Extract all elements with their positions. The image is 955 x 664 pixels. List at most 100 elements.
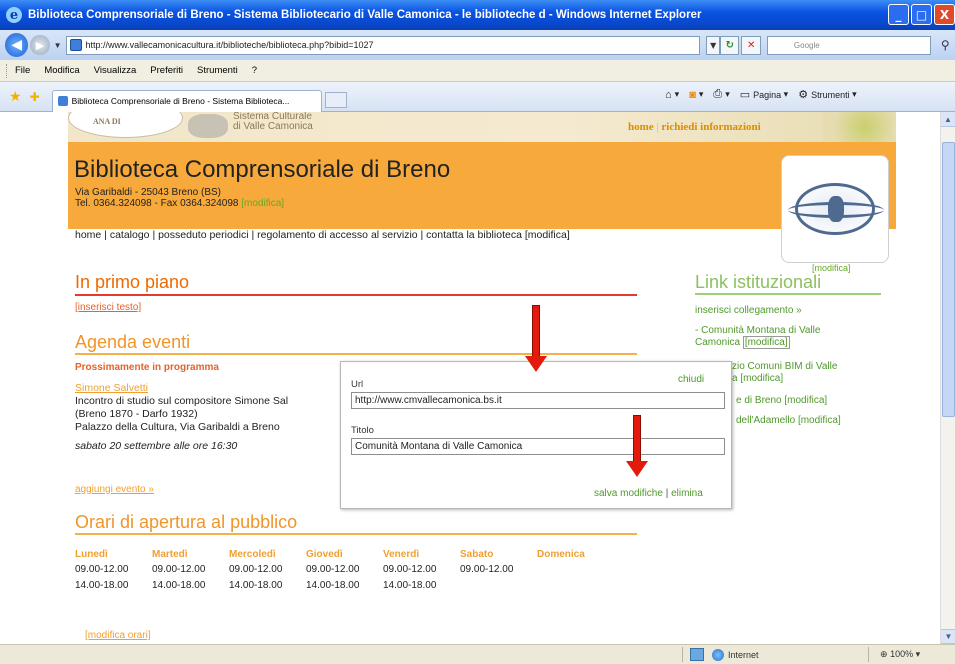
- menu-visualizza[interactable]: Visualizza: [94, 65, 137, 76]
- hours-cell: [537, 561, 614, 577]
- library-street: Via Garibaldi - 25043 Breno (BS): [75, 187, 222, 198]
- print-icon: ⎙: [713, 88, 723, 100]
- richiedi-informazioni-link[interactable]: richiedi informazioni: [661, 121, 760, 133]
- section-divider: [75, 533, 637, 535]
- zoom-level[interactable]: ⊕ 100% ▾: [880, 649, 920, 660]
- favorites-star-icon[interactable]: ★: [9, 88, 22, 105]
- annotation-arrow-icon: [626, 415, 648, 477]
- popup-actions: salva modifiche | elimina: [594, 488, 703, 499]
- table-header-row: Lunedì Martedì Mercoledì Giovedì Venerdì…: [75, 547, 614, 561]
- hours-cell: 09.00-12.00: [152, 563, 206, 575]
- aggiungi-evento-link[interactable]: aggiungi evento »: [75, 484, 154, 495]
- sistema-culturale-logo[interactable]: Sistema Culturale di Valle Camonica: [233, 112, 313, 132]
- event-title-link[interactable]: Simone Salvetti: [75, 382, 345, 395]
- tools-menu-label: Strumenti: [811, 89, 850, 100]
- hours-cell: 09.00-12.00: [229, 563, 283, 575]
- history-dropdown-icon[interactable]: ▼: [54, 41, 62, 50]
- library-address: Via Garibaldi - 25043 Breno (BS) Tel. 03…: [75, 187, 284, 209]
- scroll-thumb[interactable]: [942, 142, 955, 417]
- chiudi-link[interactable]: chiudi: [678, 374, 704, 385]
- modifica-orari-link[interactable]: [modifica orari]: [85, 630, 151, 641]
- section-divider: [75, 353, 637, 355]
- agenda-eventi-title: Agenda eventi: [75, 332, 191, 352]
- status-divider: [868, 647, 869, 662]
- security-zone[interactable]: Internet: [712, 649, 759, 661]
- section-divider: [75, 294, 637, 296]
- link-item-label[interactable]: zio Comuni BIM di Valle: [732, 361, 837, 373]
- hours-cell: [537, 577, 614, 593]
- protected-mode-icon[interactable]: [690, 648, 704, 661]
- forward-button[interactable]: ▶: [30, 35, 50, 55]
- library-nav[interactable]: home | catalogo | posseduto periodici | …: [75, 229, 570, 241]
- back-button[interactable]: ◀: [5, 33, 29, 57]
- event-date: sabato 20 settembre alle ore 16:30: [75, 440, 238, 452]
- menu-preferiti[interactable]: Preferiti: [150, 65, 183, 76]
- page-menu-icon: ▭: [739, 89, 751, 101]
- address-dropdown-button[interactable]: ▼: [706, 35, 721, 55]
- scroll-down-icon[interactable]: ▼: [941, 629, 955, 644]
- tab-favicon-icon: [57, 96, 68, 106]
- hours-cell: 14.00-18.00: [75, 579, 129, 591]
- zoom-icon: ⊕: [880, 649, 888, 659]
- inserisci-collegamento-link[interactable]: inserisci collegamento »: [695, 305, 802, 317]
- search-icon[interactable]: ⚲: [936, 36, 955, 55]
- new-tab-button[interactable]: [324, 91, 347, 108]
- print-command[interactable]: ⎙ ▾: [713, 88, 729, 101]
- menu-modifica[interactable]: Modifica: [44, 65, 79, 76]
- maximize-button[interactable]: □: [911, 4, 932, 25]
- link-modifica-button[interactable]: [modifica]: [742, 336, 790, 349]
- day-header: Sabato: [460, 548, 494, 560]
- link-modifica-button[interactable]: [modifica]: [784, 395, 827, 406]
- scroll-up-icon[interactable]: ▲: [941, 112, 955, 127]
- salva-modifiche-link[interactable]: salva modifiche: [594, 488, 663, 499]
- hours-cell: [460, 577, 537, 593]
- menu-strumenti[interactable]: Strumenti: [197, 65, 238, 76]
- library-header: Biblioteca Comprensoriale di Breno Via G…: [68, 142, 896, 263]
- site-banner: ANA DI Sistema Culturale di Valle Camoni…: [68, 112, 896, 142]
- day-header: Venerdì: [383, 548, 420, 560]
- section-divider: [695, 293, 881, 295]
- day-header: Lunedì: [75, 548, 108, 560]
- link-item-adamello: dell'Adamello [modifica]: [736, 415, 841, 427]
- vertical-scrollbar[interactable]: ▲ ▼: [940, 112, 955, 644]
- header-modifica-link[interactable]: [modifica]: [241, 198, 284, 209]
- day-header: Mercoledì: [229, 548, 276, 560]
- event-desc-line3: Palazzo della Cultura, Via Garibaldi a B…: [75, 421, 280, 433]
- link-item-label[interactable]: a: [732, 373, 738, 384]
- minimize-button[interactable]: _: [888, 4, 909, 25]
- close-button[interactable]: X: [934, 4, 955, 25]
- refresh-button[interactable]: ↻: [720, 35, 740, 55]
- link-item-label[interactable]: dell'Adamello: [736, 415, 795, 426]
- tools-menu[interactable]: ⚙ Strumenti ▾: [798, 88, 856, 101]
- link-modifica-button[interactable]: [modifica]: [740, 373, 783, 384]
- home-command[interactable]: ⌂ ▾: [665, 89, 679, 101]
- link-item-bim: zio Comuni BIM di Valle a [modifica]: [732, 361, 837, 385]
- stop-button[interactable]: ✕: [741, 35, 761, 55]
- banner-logo: ANA DI: [68, 112, 183, 138]
- address-input[interactable]: http://www.vallecamonicacultura.it/bibli…: [65, 35, 701, 55]
- prossimamente-heading: Prossimamente in programma: [75, 362, 219, 373]
- address-text: http://www.vallecamonicacultura.it/bibli…: [85, 40, 374, 50]
- menu-file[interactable]: File: [15, 65, 30, 76]
- menu-help[interactable]: ?: [252, 65, 257, 76]
- link-item-breno: e di Breno [modifica]: [736, 395, 827, 407]
- banner-logo-text: ANA DI: [93, 117, 121, 126]
- link-modifica-button[interactable]: [modifica]: [798, 415, 841, 426]
- event-desc-line2: (Breno 1870 - Darfo 1932): [75, 408, 198, 420]
- titolo-label: Titolo: [351, 425, 374, 436]
- link-item-label[interactable]: Camonica: [695, 337, 740, 348]
- inserisci-testo-link[interactable]: [inserisci testo]: [75, 302, 141, 313]
- feeds-command[interactable]: ◙ ▾: [689, 89, 703, 101]
- banner-home-link[interactable]: home: [628, 121, 654, 133]
- tab-biblioteca[interactable]: Biblioteca Comprensoriale di Breno - Sis…: [51, 89, 322, 112]
- elimina-link[interactable]: elimina: [671, 488, 703, 499]
- actions-separator: |: [665, 488, 669, 499]
- url-input[interactable]: http://www.cmvallecamonica.bs.it: [351, 392, 725, 409]
- sistema-line2: di Valle Camonica: [233, 121, 313, 132]
- add-favorites-icon[interactable]: ✚: [30, 90, 40, 104]
- in-primo-piano-title: In primo piano: [75, 272, 190, 292]
- link-item-label[interactable]: e di Breno: [736, 395, 782, 406]
- titolo-input[interactable]: Comunità Montana di Valle Camonica: [351, 438, 725, 455]
- search-input[interactable]: Google: [766, 35, 931, 55]
- page-menu[interactable]: ▭ Pagina ▾: [740, 88, 788, 101]
